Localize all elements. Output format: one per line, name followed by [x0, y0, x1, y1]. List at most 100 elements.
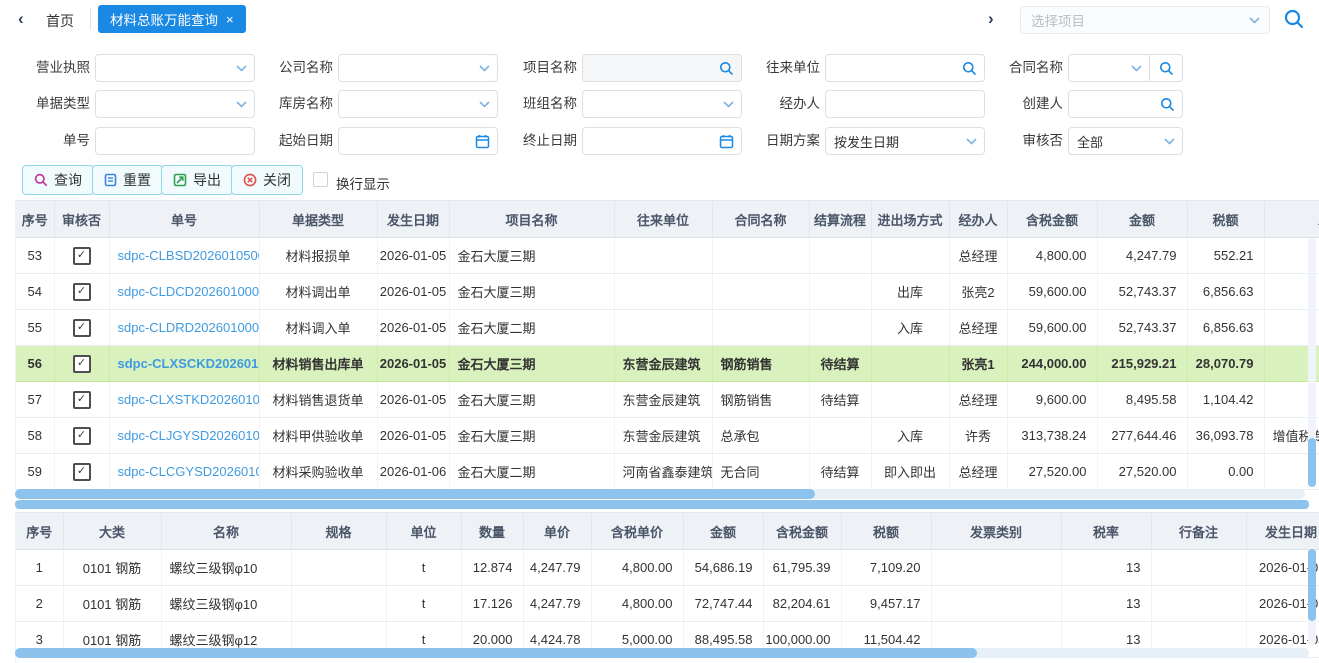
cell: ✓ — [54, 310, 109, 346]
search-icon[interactable] — [1150, 61, 1182, 76]
close-button-label: 关闭 — [263, 170, 291, 190]
table-row[interactable]: 54✓sdpc-CLDCD2026010000材料调出单2026-01-05金石… — [16, 274, 1319, 310]
project-select[interactable]: 选择项目 — [1020, 6, 1270, 34]
counterparty-input[interactable] — [825, 54, 985, 82]
table-splitter[interactable] — [15, 500, 1309, 509]
scrollbar-thumb[interactable] — [15, 489, 815, 499]
row-checkbox[interactable]: ✓ — [73, 427, 91, 445]
document-number-link[interactable]: sdpc-CLDCD2026010000 — [118, 284, 260, 299]
cell: 2026-01-05 — [377, 274, 449, 310]
vertical-scrollbar[interactable] — [1308, 238, 1316, 487]
business-license-select[interactable] — [95, 54, 255, 82]
reset-button[interactable]: 重置 — [92, 165, 163, 195]
row-checkbox[interactable]: ✓ — [73, 247, 91, 265]
column-header: 结算流程 — [809, 201, 871, 238]
tab-label: 材料总账万能查询 — [110, 9, 218, 29]
scrollbar-thumb[interactable] — [15, 648, 977, 658]
chevron-down-icon[interactable] — [1131, 65, 1142, 72]
chevron-down-icon[interactable] — [479, 65, 490, 72]
cell: 出库 — [871, 274, 949, 310]
date-scheme-select[interactable]: 按发生日期 — [825, 127, 985, 155]
search-icon[interactable] — [1160, 97, 1175, 112]
document-number-link[interactable]: sdpc-CLXSTKD20260105 — [118, 392, 260, 407]
chevron-down-icon[interactable] — [479, 101, 490, 108]
creator-input[interactable] — [1068, 90, 1183, 118]
contract-name-select[interactable] — [1068, 54, 1183, 82]
table-row[interactable]: 10101 钢筋螺纹三级钢φ10t12.8744,247.794,800.005… — [16, 550, 1319, 586]
tab-home[interactable]: 首页 — [46, 11, 74, 31]
close-button[interactable]: 关闭 — [231, 165, 303, 195]
audit-status-select[interactable]: 全部 — [1068, 127, 1183, 155]
document-number-link[interactable]: sdpc-CLCGYSD20260106 — [118, 464, 260, 479]
table-row[interactable]: 58✓sdpc-CLJGYSD20260105材料甲供验收单2026-01-05… — [16, 418, 1319, 454]
horizontal-scrollbar[interactable] — [15, 648, 1309, 658]
cell: 59,600.00 — [1007, 274, 1097, 310]
row-checkbox[interactable]: ✓ — [73, 355, 91, 373]
table-row[interactable]: 55✓sdpc-CLDRD2026010000材料调入单2026-01-05金石… — [16, 310, 1319, 346]
search-icon[interactable] — [962, 61, 977, 76]
column-header: 含税单价 — [591, 513, 683, 550]
calendar-icon[interactable] — [719, 134, 734, 149]
tab-material-ledger-query[interactable]: 材料总账万能查询 × — [98, 5, 246, 33]
calendar-icon[interactable] — [475, 134, 490, 149]
cell — [291, 550, 386, 586]
cell: sdpc-CLDRD2026010000 — [109, 310, 259, 346]
table-row[interactable]: 59✓sdpc-CLCGYSD20260106材料采购验收单2026-01-06… — [16, 454, 1319, 490]
start-date-input[interactable] — [338, 127, 498, 155]
cell: ✓ — [54, 238, 109, 274]
chevron-down-icon[interactable] — [723, 101, 734, 108]
team-name-select[interactable] — [582, 90, 742, 118]
document-number-link[interactable]: sdpc-CLXSCKD20260105 — [118, 356, 260, 371]
chevron-down-icon[interactable] — [966, 138, 977, 145]
document-type-select[interactable] — [95, 90, 255, 118]
search-icon[interactable] — [1283, 8, 1305, 30]
scrollbar-thumb[interactable] — [1308, 438, 1316, 487]
back-chevron-icon[interactable]: ‹ — [18, 9, 24, 29]
cell: 4,247.79 — [523, 586, 591, 622]
wrap-display-checkbox[interactable] — [313, 172, 328, 187]
row-checkbox[interactable]: ✓ — [73, 391, 91, 409]
chevron-down-icon[interactable] — [236, 101, 247, 108]
cell: 螺纹三级钢φ10 — [161, 586, 291, 622]
table-row[interactable]: 57✓sdpc-CLXSTKD20260105材料销售退货单2026-01-05… — [16, 382, 1319, 418]
document-number-link[interactable]: sdpc-CLJGYSD20260105 — [118, 428, 260, 443]
query-button[interactable]: 查询 — [22, 165, 94, 195]
cell: ✓ — [54, 346, 109, 382]
business-license-label: 营业执照 — [12, 54, 90, 82]
document-no-label: 单号 — [12, 127, 90, 155]
row-checkbox[interactable]: ✓ — [73, 463, 91, 481]
table-row[interactable]: 56✓sdpc-CLXSCKD20260105材料销售出库单2026-01-05… — [16, 346, 1319, 382]
cell — [1151, 550, 1246, 586]
cell: ✓ — [54, 454, 109, 490]
document-no-input[interactable] — [95, 127, 255, 155]
row-checkbox[interactable]: ✓ — [73, 319, 91, 337]
column-header: 含税金额 — [763, 513, 841, 550]
document-number-link[interactable]: sdpc-CLDRD2026010000 — [118, 320, 260, 335]
cell: 0.00 — [1187, 454, 1264, 490]
row-checkbox[interactable]: ✓ — [73, 283, 91, 301]
close-circle-icon — [243, 173, 257, 187]
chevron-down-icon[interactable] — [1249, 17, 1260, 24]
close-icon[interactable]: × — [226, 12, 234, 27]
export-button[interactable]: 导出 — [161, 165, 233, 195]
table-row[interactable]: 20101 钢筋螺纹三级钢φ10t17.1264,247.794,800.007… — [16, 586, 1319, 622]
project-name-input[interactable] — [582, 54, 742, 82]
search-icon[interactable] — [719, 61, 734, 76]
column-header: 单据类型 — [259, 201, 377, 238]
forward-chevron-icon[interactable]: › — [988, 9, 994, 29]
table-row[interactable]: 53✓sdpc-CLBSD2026010500材料报损单2026-01-05金石… — [16, 238, 1319, 274]
scrollbar-thumb[interactable] — [1308, 549, 1316, 621]
company-name-select[interactable] — [338, 54, 498, 82]
column-header: 单位 — [386, 513, 461, 550]
document-number-link[interactable]: sdpc-CLBSD2026010500 — [118, 248, 260, 263]
chevron-down-icon[interactable] — [236, 65, 247, 72]
end-date-input[interactable] — [582, 127, 742, 155]
cell: 56 — [16, 346, 54, 382]
handler-input[interactable] — [825, 90, 985, 118]
horizontal-scrollbar[interactable] — [15, 489, 1305, 499]
column-header: 金额 — [683, 513, 763, 550]
warehouse-name-select[interactable] — [338, 90, 498, 118]
column-header: 经办人 — [949, 201, 1007, 238]
vertical-scrollbar[interactable] — [1308, 549, 1316, 645]
chevron-down-icon[interactable] — [1164, 138, 1175, 145]
